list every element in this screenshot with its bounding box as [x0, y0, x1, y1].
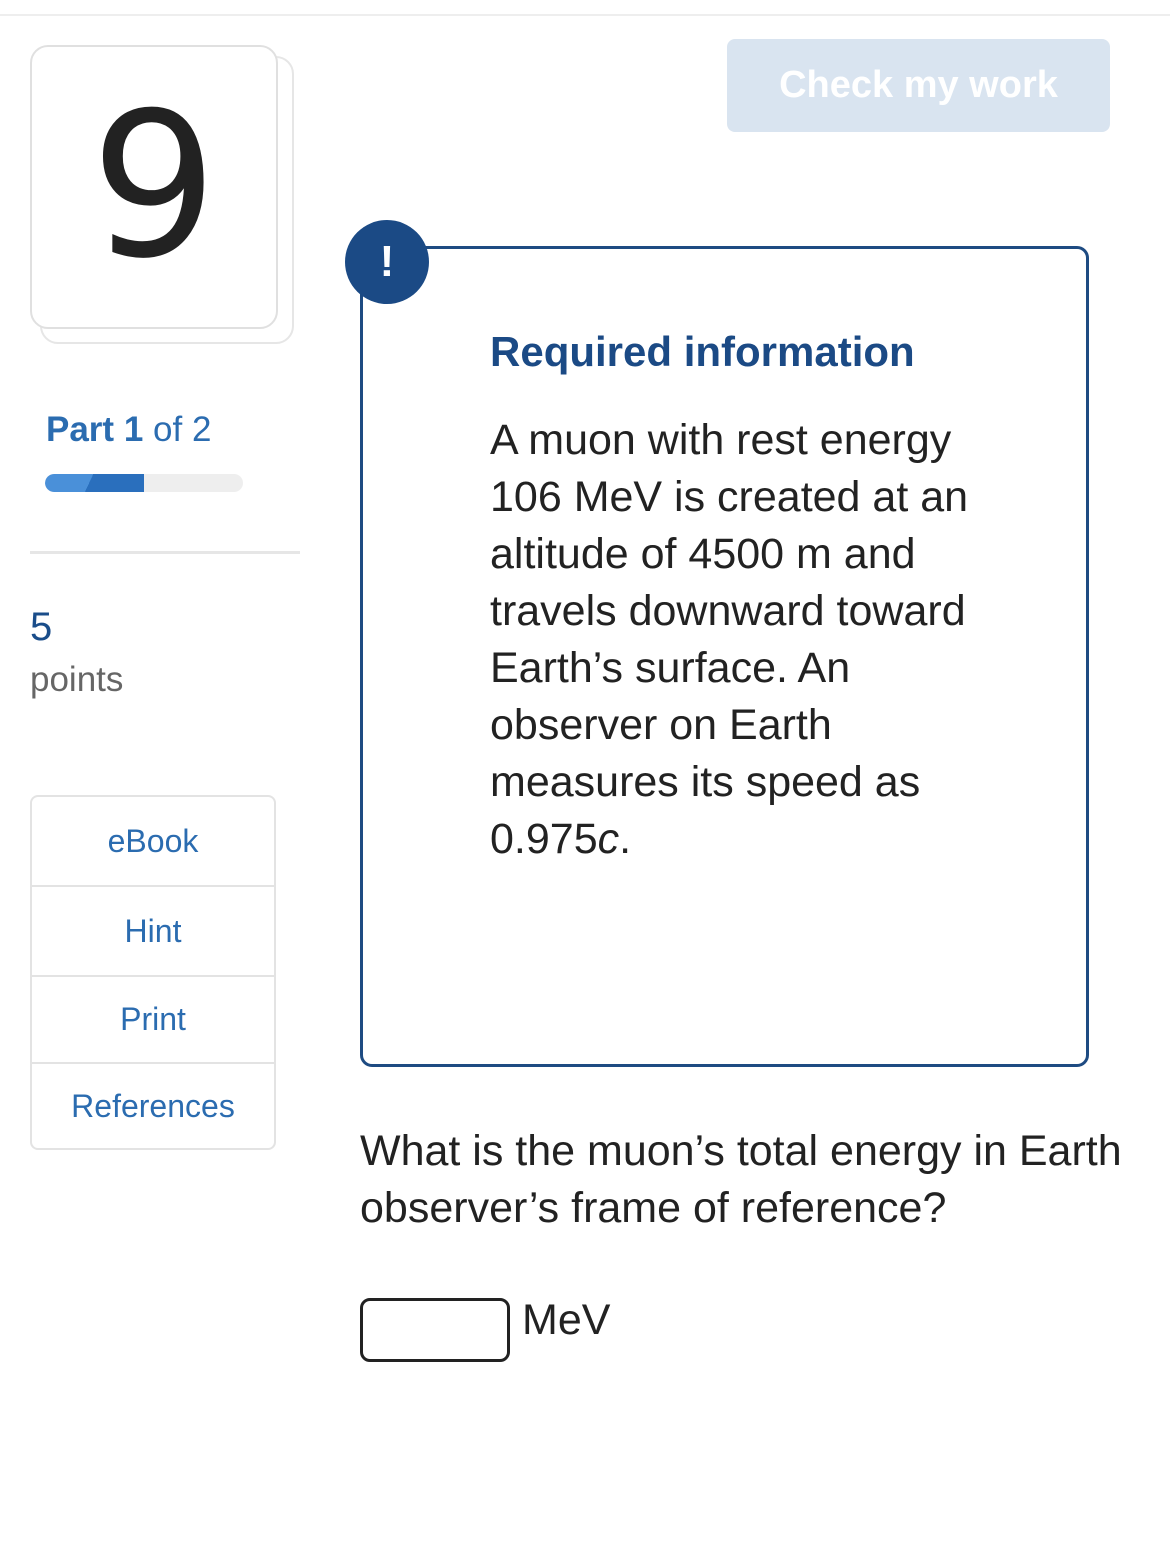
check-my-work-button[interactable]: Check my work: [727, 39, 1110, 132]
ebook-button[interactable]: eBook: [32, 797, 274, 887]
part-total: of 2: [153, 410, 212, 449]
answer-input[interactable]: [360, 1298, 510, 1362]
question-number-card: 9: [30, 45, 278, 329]
references-button[interactable]: References: [32, 1064, 274, 1148]
question-number: 9: [90, 70, 218, 303]
question-prompt: What is the muon’s total energy in Earth…: [360, 1127, 1122, 1232]
part-progress-bar: [45, 474, 243, 492]
part-current: 1: [123, 410, 144, 449]
sidebar-divider: [30, 551, 300, 554]
points-label: points: [30, 660, 124, 699]
top-divider: [0, 0, 1170, 16]
info-text: A muon with rest energy 106 MeV is creat…: [490, 412, 1010, 868]
alert-icon: !: [345, 220, 429, 304]
answer-unit: MeV: [522, 1296, 611, 1344]
part-prefix: Part: [46, 410, 115, 449]
points-value: 5: [30, 605, 53, 649]
info-title: Required information: [490, 328, 915, 375]
hint-button[interactable]: Hint: [32, 887, 274, 977]
info-text-main: A muon with rest energy 106 MeV is creat…: [490, 416, 969, 863]
tools-menu: eBook Hint Print References: [30, 795, 276, 1150]
part-indicator: Part 1 of 2: [46, 410, 211, 450]
part-progress-fill: [45, 474, 144, 492]
info-text-end: .: [619, 815, 632, 863]
speed-of-light-symbol: c: [597, 815, 620, 863]
print-button[interactable]: Print: [32, 977, 274, 1064]
